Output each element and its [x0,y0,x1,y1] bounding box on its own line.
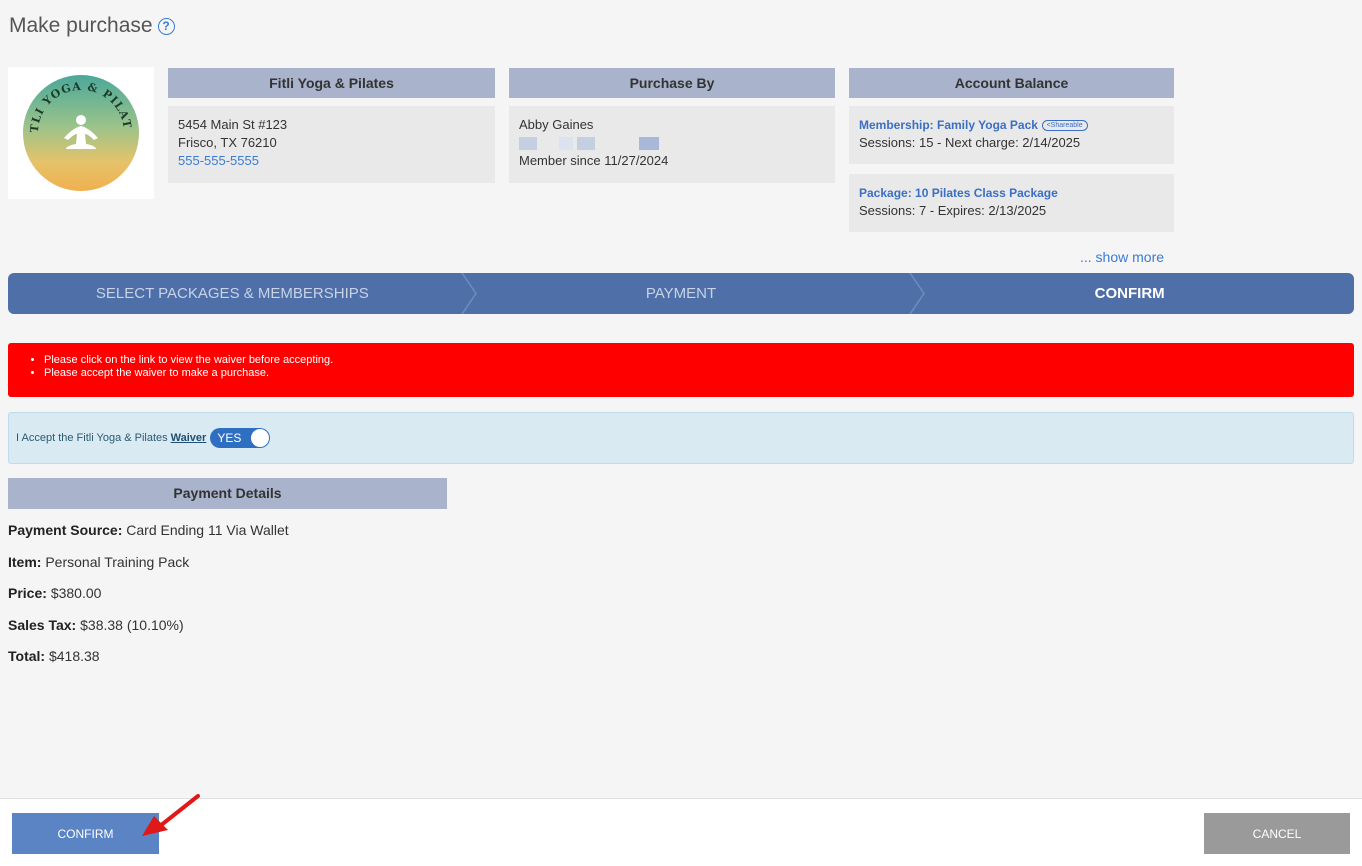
waiver-toggle[interactable]: YES [210,428,271,448]
toggle-label: YES [217,431,242,445]
item-row: Item: Personal Training Pack [8,553,190,570]
page-title: Make purchase ? [9,14,175,38]
phone-link[interactable]: 555-555-5555 [178,152,485,170]
balance-item-detail: Sessions: 7 - Expires: 2/13/2025 [859,203,1047,218]
balance-item[interactable]: Membership: Family Yoga Pack <Shareable … [849,106,1174,164]
error-message: Please click on the link to view the wai… [44,354,1354,367]
waiver-panel: I Accept the Fitli Yoga & Pilates Waiver… [8,412,1354,464]
address-line1: 5454 Main St #123 [178,117,288,132]
member-since: Member since 11/27/2024 [519,153,669,168]
payment-details-heading: Payment Details [8,478,447,509]
waiver-link[interactable]: Waiver [171,432,207,444]
show-more-link[interactable]: ... show more [1080,249,1164,265]
cancel-button[interactable]: CANCEL [1204,813,1350,854]
address-line2: Frisco, TX 76210 [178,135,277,150]
purchaser-heading: Purchase By [509,68,835,98]
shareable-badge: <Shareable [1041,120,1088,132]
pointer-arrow-icon [142,794,200,836]
toggle-knob [251,429,270,447]
error-alert: Please click on the link to view the wai… [8,343,1354,397]
step-payment[interactable]: PAYMENT [457,273,906,314]
confirm-button[interactable]: CONFIRM [12,813,159,854]
footer-bar: CONFIRM CANCEL [0,798,1362,866]
step-separator [909,273,925,314]
redacted-contact [519,134,825,152]
balance-item-title[interactable]: Package: 10 Pilates Class Package [859,184,1164,202]
sales-tax-row: Sales Tax: $38.38 (10.10%) [8,616,184,633]
business-details: 5454 Main St #123 Frisco, TX 76210 555-5… [168,106,495,183]
error-message: Please accept the waiver to make a purch… [44,367,1354,380]
logo-icon: FITLI YOGA & PILATES [16,68,139,191]
payment-source-row: Payment Source: Card Ending 11 Via Walle… [8,522,289,538]
page-title-text: Make purchase [9,14,153,37]
business-logo: FITLI YOGA & PILATES [8,67,154,199]
step-confirm[interactable]: CONFIRM [905,273,1354,314]
purchaser-details: Abby Gaines Member since 11/27/2024 [509,106,835,183]
balance-item-detail: Sessions: 15 - Next charge: 2/14/2025 [859,135,1081,150]
payment-details: Payment Source: Card Ending 11 Via Walle… [8,522,289,680]
balance-item-title[interactable]: Membership: Family Yoga Pack [859,118,1038,132]
purchaser-info: Purchase By Abby Gaines Member since 11/… [509,68,835,183]
price-row: Price: $380.00 [8,585,102,601]
balance-heading: Account Balance [849,68,1174,98]
business-info: Fitli Yoga & Pilates 5454 Main St #123 F… [168,68,495,183]
step-select-packages[interactable]: SELECT PACKAGES & MEMBERSHIPS [8,273,457,314]
help-icon[interactable]: ? [157,17,175,35]
account-balance: Account Balance Membership: Family Yoga … [849,68,1174,232]
business-heading: Fitli Yoga & Pilates [168,68,495,98]
checkout-steps: SELECT PACKAGES & MEMBERSHIPS PAYMENT CO… [8,273,1354,314]
step-separator [461,273,477,314]
total-row: Total: $418.38 [8,648,100,664]
balance-item[interactable]: Package: 10 Pilates Class Package Sessio… [849,174,1174,232]
waiver-label: I Accept the Fitli Yoga & Pilates [16,432,168,444]
purchaser-name: Abby Gaines [519,117,594,132]
